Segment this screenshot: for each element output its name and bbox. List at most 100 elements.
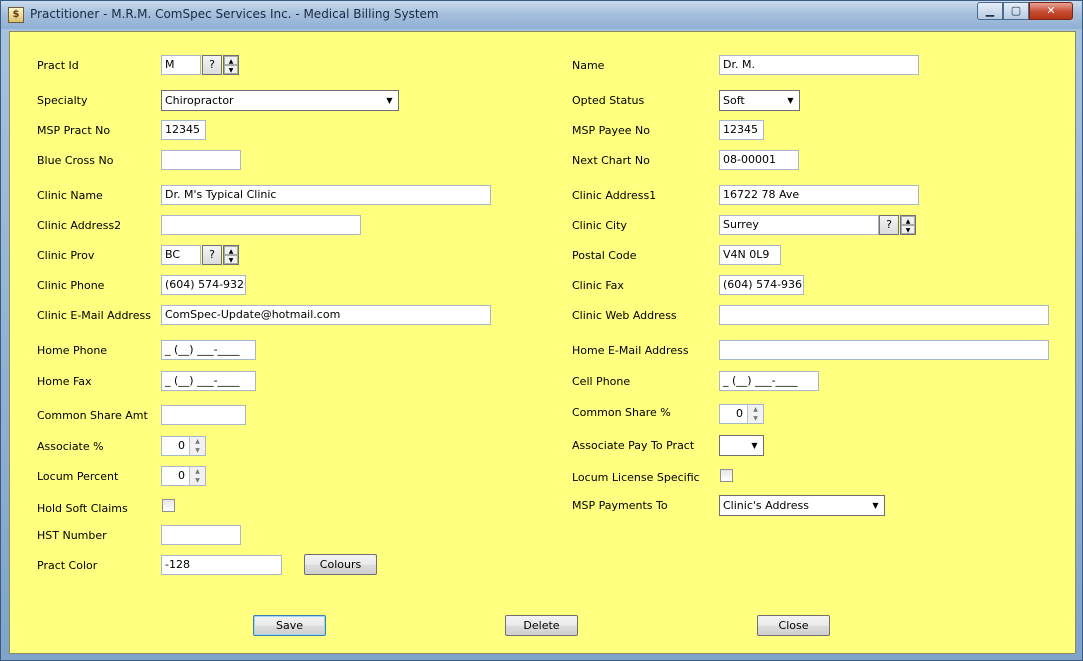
msp-payee-no-field[interactable]: 12345 <box>719 120 764 140</box>
chevron-down-icon[interactable]: ▼ <box>381 91 398 110</box>
clinic-address2-field[interactable] <box>161 215 361 235</box>
blue-cross-no-field[interactable] <box>161 150 241 170</box>
home-phone-field[interactable]: _ (__) ___-____ <box>161 340 256 360</box>
clinic-web-label: Clinic Web Address <box>572 309 677 322</box>
home-fax-label: Home Fax <box>37 375 92 388</box>
pract-id-lookup-button[interactable]: ? <box>202 55 222 75</box>
clinic-email-field[interactable]: ComSpec-Update@hotmail.com <box>161 305 491 325</box>
chevron-down-icon[interactable]: ▼ <box>746 436 763 455</box>
msp-pract-no-field[interactable]: 12345 <box>161 120 206 140</box>
opted-status-label: Opted Status <box>572 94 645 107</box>
name-field[interactable]: Dr. M. <box>719 55 919 75</box>
spin-up-icon[interactable]: ▲ <box>901 216 915 225</box>
clinic-city-spinner[interactable]: ▲ ▼ <box>900 215 916 235</box>
clinic-city-field[interactable]: Surrey <box>719 215 879 235</box>
pract-id-label: Pract Id <box>37 59 79 72</box>
home-fax-field[interactable]: _ (__) ___-____ <box>161 371 256 391</box>
associate-pct-label: Associate % <box>37 440 104 453</box>
postal-code-field[interactable]: V4N 0L9 <box>719 245 781 265</box>
spin-down-icon[interactable]: ▼ <box>190 476 205 485</box>
msp-payee-no-label: MSP Payee No <box>572 124 650 137</box>
locum-license-checkbox[interactable] <box>720 469 733 482</box>
spin-down-icon[interactable]: ▼ <box>190 446 205 455</box>
next-chart-no-label: Next Chart No <box>572 154 650 167</box>
chevron-down-icon[interactable]: ▼ <box>867 496 884 515</box>
name-label: Name <box>572 59 605 72</box>
save-button[interactable]: Save <box>253 615 326 636</box>
specialty-label: Specialty <box>37 94 88 107</box>
clinic-fax-field[interactable]: (604) 574-9367 <box>719 275 804 295</box>
clinic-email-label: Clinic E-Mail Address <box>37 309 151 322</box>
clinic-prov-label: Clinic Prov <box>37 249 95 262</box>
associate-pay-to-dropdown[interactable]: ▼ <box>719 435 764 456</box>
msp-payments-to-dropdown[interactable]: Clinic's Address ▼ <box>719 495 885 516</box>
clinic-city-label: Clinic City <box>572 219 627 232</box>
cell-phone-field[interactable]: _ (__) ___-____ <box>719 371 819 391</box>
minimize-button[interactable]: ▁ <box>977 2 1003 20</box>
spin-up-icon[interactable]: ▲ <box>224 56 238 65</box>
common-share-amt-field[interactable] <box>161 405 246 425</box>
blue-cross-no-label: Blue Cross No <box>37 154 114 167</box>
spin-up-icon[interactable]: ▲ <box>224 246 238 255</box>
common-share-amt-label: Common Share Amt <box>37 409 148 422</box>
delete-button[interactable]: Delete <box>505 615 578 636</box>
pract-id-spinner[interactable]: ▲ ▼ <box>223 55 239 75</box>
spin-down-icon[interactable]: ▼ <box>224 65 238 74</box>
hold-soft-claims-label: Hold Soft Claims <box>37 502 128 515</box>
locum-license-label: Locum License Specific <box>572 471 700 484</box>
clinic-address1-label: Clinic Address1 <box>572 189 657 202</box>
opted-status-value: Soft <box>723 94 745 107</box>
clinic-phone-field[interactable]: (604) 574-9326 <box>161 275 246 295</box>
opted-status-dropdown[interactable]: Soft ▼ <box>719 90 800 111</box>
associate-pct-stepper[interactable]: 0 ▲ ▼ <box>161 436 206 456</box>
pract-color-label: Pract Color <box>37 559 98 572</box>
window-title: Practitioner - M.R.M. ComSpec Services I… <box>30 7 439 21</box>
spin-down-icon[interactable]: ▼ <box>901 225 915 234</box>
locum-percent-spinner[interactable]: ▲ ▼ <box>189 467 205 485</box>
associate-pay-to-label: Associate Pay To Pract <box>572 439 695 452</box>
app-icon[interactable]: $ <box>8 7 24 23</box>
clinic-address2-label: Clinic Address2 <box>37 219 122 232</box>
specialty-value: Chiropractor <box>165 94 234 107</box>
home-phone-label: Home Phone <box>37 344 108 357</box>
pract-id-field[interactable]: M <box>161 55 201 75</box>
clinic-city-lookup-button[interactable]: ? <box>879 215 899 235</box>
maximize-button[interactable]: ▢ <box>1003 2 1029 20</box>
next-chart-no-field[interactable]: 08-00001 <box>719 150 799 170</box>
clinic-address1-field[interactable]: 16722 78 Ave <box>719 185 919 205</box>
associate-pct-spinner[interactable]: ▲ ▼ <box>189 437 205 455</box>
common-share-pct-label: Common Share % <box>572 406 671 419</box>
spin-down-icon[interactable]: ▼ <box>748 414 763 423</box>
spin-down-icon[interactable]: ▼ <box>224 255 238 264</box>
specialty-dropdown[interactable]: Chiropractor ▼ <box>161 90 399 111</box>
colours-button[interactable]: Colours <box>304 554 377 575</box>
common-share-pct-spinner[interactable]: ▲ ▼ <box>747 405 763 423</box>
locum-percent-stepper[interactable]: 0 ▲ ▼ <box>161 466 206 486</box>
practitioner-form: Pract Id M ? ▲ ▼ Specialty Chiropractor … <box>9 31 1076 654</box>
msp-pract-no-label: MSP Pract No <box>37 124 111 137</box>
cell-phone-label: Cell Phone <box>572 375 631 388</box>
spin-up-icon[interactable]: ▲ <box>190 437 205 446</box>
home-email-field[interactable] <box>719 340 1049 360</box>
close-button[interactable]: Close <box>757 615 830 636</box>
postal-code-label: Postal Code <box>572 249 637 262</box>
title-bar[interactable]: $ Practitioner - M.R.M. ComSpec Services… <box>1 1 1082 29</box>
clinic-fax-label: Clinic Fax <box>572 279 624 292</box>
hold-soft-claims-checkbox[interactable] <box>162 499 175 512</box>
associate-pct-value: 0 <box>178 439 185 452</box>
clinic-web-field[interactable] <box>719 305 1049 325</box>
hst-number-field[interactable] <box>161 525 241 545</box>
spin-up-icon[interactable]: ▲ <box>190 467 205 476</box>
msp-payments-to-value: Clinic's Address <box>723 499 809 512</box>
pract-color-field[interactable]: -128 <box>161 555 282 575</box>
hst-number-label: HST Number <box>37 529 107 542</box>
clinic-prov-lookup-button[interactable]: ? <box>202 245 222 265</box>
chevron-down-icon[interactable]: ▼ <box>782 91 799 110</box>
clinic-prov-field[interactable]: BC <box>161 245 201 265</box>
spin-up-icon[interactable]: ▲ <box>748 405 763 414</box>
common-share-pct-stepper[interactable]: 0 ▲ ▼ <box>719 404 764 424</box>
window-close-button[interactable]: ✕ <box>1029 2 1073 20</box>
clinic-name-field[interactable]: Dr. M's Typical Clinic <box>161 185 491 205</box>
clinic-name-label: Clinic Name <box>37 189 103 202</box>
clinic-prov-spinner[interactable]: ▲ ▼ <box>223 245 239 265</box>
